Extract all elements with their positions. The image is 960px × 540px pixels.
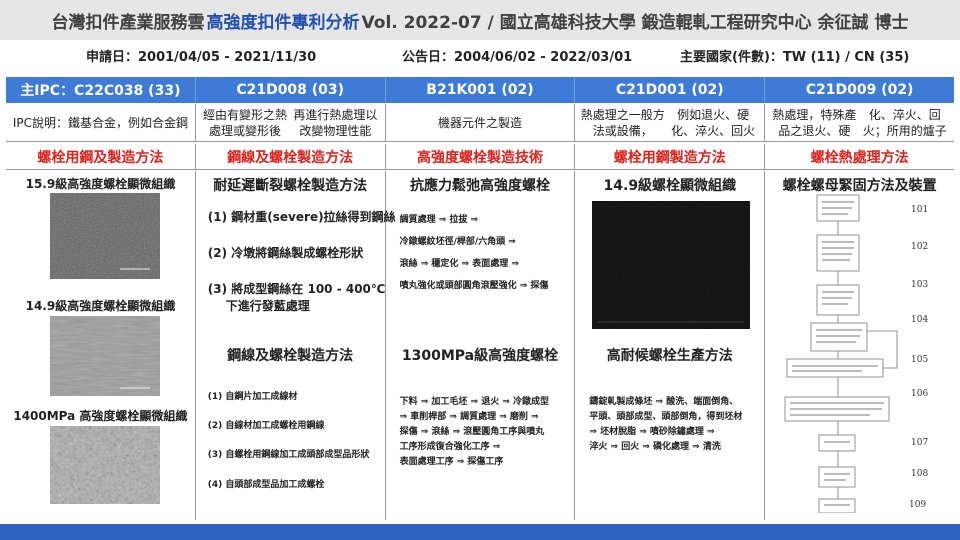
flow-box-105 (786, 358, 884, 378)
category-4: 螺栓用鋼製造方法 (575, 144, 766, 169)
weather-line-2: 平頭、頭部成型、頭部倒角，得到坯材 (589, 412, 743, 422)
step-2: (2) 冷墩將鋼絲製成螺栓形狀 (207, 246, 364, 260)
weather-resistant-title: 高耐候螺栓生產方法 (606, 348, 733, 364)
sem-micrograph-image (592, 201, 751, 329)
step-label-106: 106 (911, 389, 928, 399)
anti-relaxation-title: 抗應力鬆弛高強度螺栓 (409, 178, 550, 194)
flow-line-1: 調質處理 ⇒ 拉拔 ⇒ (399, 215, 479, 225)
info-row: 申請日：2001/04/05 - 2021/11/30 公告日：2004/06/… (0, 44, 960, 66)
step-line-5: 表面處理工序 ⇒ 探傷工序 (399, 457, 504, 467)
application-date: 申請日：2001/04/05 - 2021/11/30 (86, 50, 317, 65)
column-c21d009: 螺栓螺母緊固方法及裝置 101 102 103 104 105 106 107 … (765, 171, 954, 520)
step-line-1: 下料 ⇒ 加工毛坯 ⇒ 退火 ⇒ 冷鐓成型 (399, 397, 550, 407)
column-c21d008: 耐延遲斷裂螺栓製造方法 (1) 鋼材重(severe)拉絲得到鋼絲 (2) 冷墩… (196, 171, 396, 520)
micrograph-caption-1400mpa: 1400MPa 高強度螺栓顯微組織 (13, 409, 188, 423)
step-label-102: 102 (911, 242, 928, 252)
weather-line-4: 淬火 ⇒ 回火 ⇒ 磷化處理 ⇒ 清洗 (589, 442, 721, 452)
micrograph-15-9-image (50, 193, 160, 279)
ipc-description-2: 經由有變形之熱處理或變形後 再進行熱處理以改變物理性能 (196, 104, 386, 141)
delayed-fracture-title: 耐延遲斷裂螺栓製造方法 (213, 178, 368, 194)
ipc-header-2: C21D008 (03) (196, 77, 386, 103)
step-1: (1) 鋼材重(severe)拉絲得到鋼絲 (207, 210, 396, 224)
step-line-2: ⇒ 車削桿部 ⇒ 調質處理 ⇒ 磨削 ⇒ (399, 412, 539, 422)
title-suffix: Vol. 2022-07 / 國立高雄科技大學 鍛造輥軋工程研究中心 余征誠 博… (361, 12, 909, 33)
step-label-108: 108 (911, 469, 928, 479)
title-highlight: 高強度扣件專利分析 (206, 12, 360, 33)
ipc-description-4: 熱處理之一般方法或設備， 例如退火、硬化、淬火、回火 (575, 104, 766, 141)
step-3-cont: 下進行發藍處理 (225, 299, 310, 313)
step-line-4: 工序形成復合強化工序 ⇒ (399, 442, 501, 452)
ipc-header-5: C21D009 (02) (805, 82, 914, 98)
step-line-3: 探傷 ⇒ 滾絲 ⇒ 滾壓圓角工序與噴丸 (399, 427, 545, 437)
bottom-bar (0, 524, 960, 540)
micrograph-caption-14-9: 14.9級高強度螺栓顯微組織 (25, 299, 176, 313)
ipc-description-3: 機器元件之製造 (386, 104, 576, 141)
ipc-description-1: IPC說明：鐵基合金， 例如合金鋼 (6, 104, 196, 141)
process-1: (1) 自鋼片加工成線材 (207, 392, 298, 402)
1300mpa-title: 1300MPa級高強度螺栓 (401, 348, 559, 364)
category-2: 鋼線及螺栓製造方法 (196, 144, 386, 169)
step-label-103: 103 (911, 280, 928, 290)
step-label-101: 101 (911, 205, 928, 215)
step-label-104: 104 (911, 315, 928, 325)
step-label-109: 109 (909, 500, 926, 510)
ipc-header-1: 主IPC：C22C038 (33) (6, 77, 196, 103)
column-b21k001: 抗應力鬆弛高強度螺栓 調質處理 ⇒ 拉拔 ⇒ 冷鐓螺紋坯徑/桿部/六角頭 ⇒ 滾… (386, 171, 576, 520)
step-label-105: 105 (911, 355, 928, 365)
micrograph-14-9-image (50, 316, 160, 396)
wire-bolt-title: 鋼線及螺栓製造方法 (227, 348, 354, 364)
title-bar: 台灣扣件產業服務雲 高強度扣件專利分析 Vol. 2022-07 / 國立高雄科… (0, 0, 960, 40)
flow-line-2: 冷鐓螺紋坯徑/桿部/六角頭 ⇒ (399, 237, 516, 247)
micrograph-14-9-title: 14.9級螺栓顯微組織 (603, 178, 737, 194)
title-prefix: 台灣扣件產業服務雲 (51, 12, 205, 33)
process-2: (2) 自線材加工成螺栓用鋼線 (207, 421, 325, 431)
weather-line-3: ⇒ 坯材脫脂 ⇒ 噴砂除鏽處理 ⇒ (589, 427, 715, 437)
content-area: 15.9級高強度螺栓顯微組織 14.9級高強度螺栓顯微組織 1400MPa 高強… (6, 171, 954, 520)
category-3: 高強度螺栓製造技術 (386, 144, 576, 169)
flow-line-3: 滾絲 ⇒ 穩定化 ⇒ 表面處理 ⇒ (399, 259, 519, 269)
process-4: (4) 自頭部成型品加工成螺栓 (207, 480, 325, 490)
category-row: 螺栓用鋼及製造方法 鋼線及螺栓製造方法 高強度螺栓製造技術 螺栓用鋼製造方法 螺… (6, 144, 954, 170)
publication-date: 公告日：2004/06/02 - 2022/03/01 (402, 50, 633, 65)
flow-box-108 (818, 466, 856, 488)
column-micrographs: 15.9級高強度螺栓顯微組織 14.9級高強度螺栓顯微組織 1400MPa 高強… (6, 171, 196, 520)
weather-line-1: 鑄錠軋製成條坯 ⇒ 酸洗、端面倒角、 (589, 397, 739, 407)
ipc-header-4: C21D001 (02) (575, 77, 766, 103)
fastening-flowchart: 101 102 103 104 105 106 107 108 109 (784, 194, 929, 513)
ipc-description-row: IPC說明：鐵基合金， 例如合金鋼 經由有變形之熱處理或變形後 再進行熱處理以改變物… (6, 104, 954, 142)
column-c21d001: 14.9級螺栓顯微組織 高耐候螺栓生產方法 鑄錠軋製成條坯 ⇒ 酸洗、端面倒角、… (575, 171, 766, 520)
micrograph-1400mpa-image (50, 426, 160, 504)
micrograph-caption-15-9: 15.9級高強度螺栓顯微組織 (25, 177, 176, 191)
flow-line-4: 噴丸強化或頭部圓角滾壓強化 ⇒ 探傷 (399, 281, 549, 291)
ipc-header-3: B21K001 (02) (386, 77, 576, 103)
flow-box-103 (816, 284, 860, 316)
ipc-header-row: 主IPC：C22C038 (33) C21D008 (03) B21K001 (… (6, 77, 954, 103)
main-countries: 主要國家(件數)：TW (11) / CN (35) (680, 50, 910, 65)
step-3: (3) 將成型鋼絲在 100 - 400℃ (207, 282, 386, 296)
step-label-107: 107 (911, 438, 928, 448)
process-3: (3) 自螺栓用鋼線加工成頭部成型品形狀 (207, 450, 370, 460)
ipc-description-5: 熱處理，特殊產品之退火、硬 化、淬火、回火；所用的爐子 (772, 107, 947, 138)
category-5: 螺栓熱處理方法 (810, 149, 909, 166)
category-1: 螺栓用鋼及製造方法 (6, 144, 196, 169)
